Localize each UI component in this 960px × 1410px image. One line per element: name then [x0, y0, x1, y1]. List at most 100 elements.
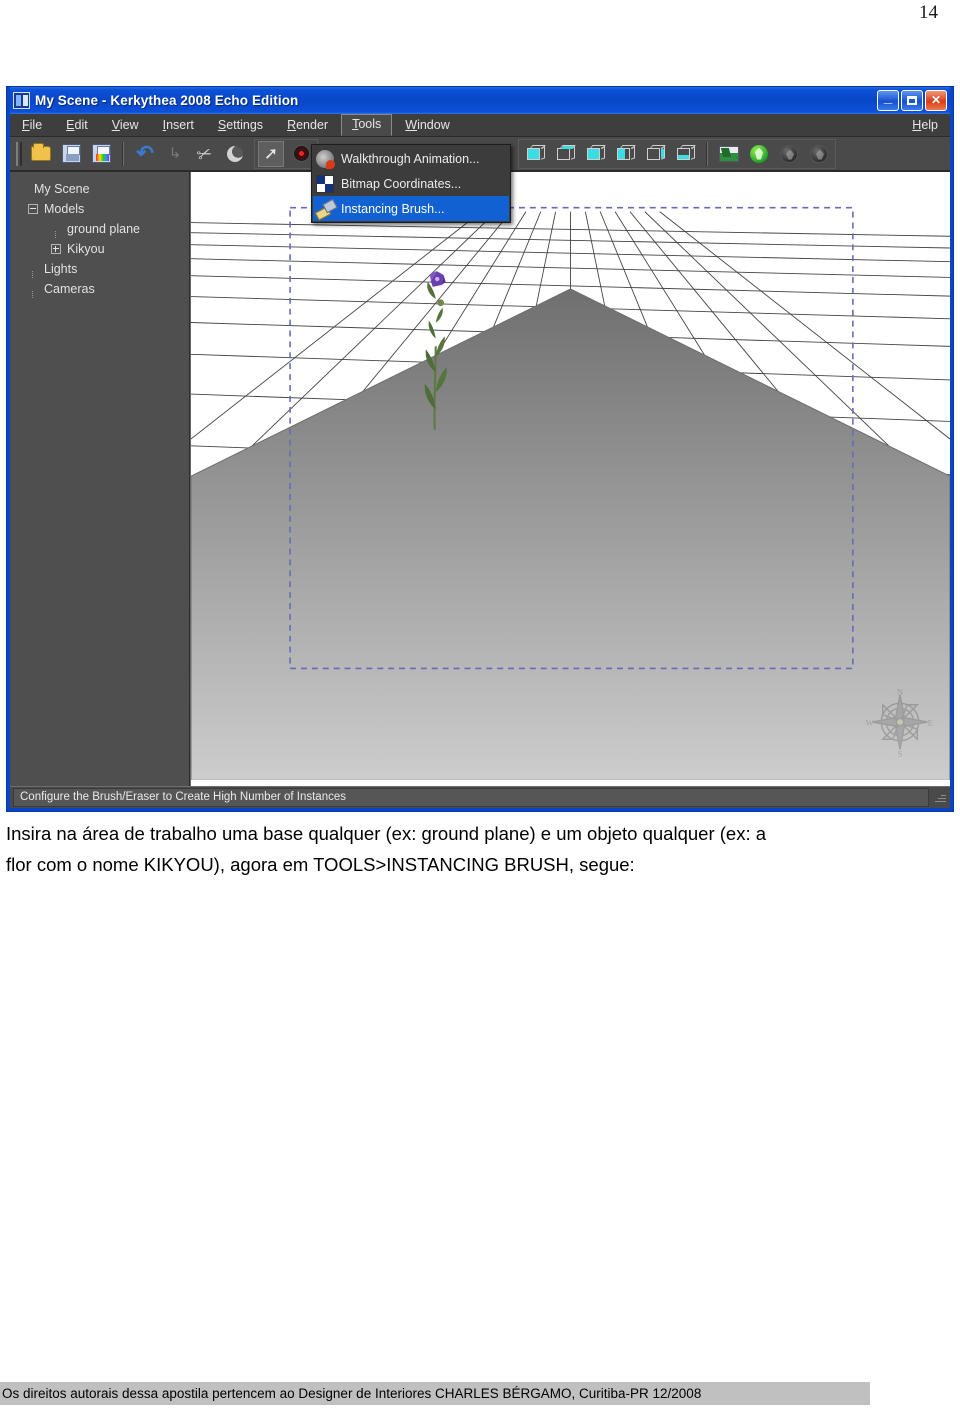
- close-icon: ✕: [930, 93, 942, 107]
- menu-view-label: iew: [119, 117, 139, 132]
- maximize-icon: [907, 96, 917, 105]
- toolbar-separator-2: [706, 141, 708, 166]
- tree-node-ground-plane-label: ground plane: [67, 222, 140, 236]
- tree-node-models-label: Models: [44, 202, 85, 216]
- menu-item-label: Walkthrough Animation...: [341, 151, 480, 166]
- bitmap-coordinates-icon: [316, 174, 334, 193]
- cube-top-icon: [556, 145, 576, 162]
- menu-file[interactable]: File: [11, 115, 53, 136]
- globe-b-button[interactable]: [806, 141, 832, 167]
- view-back-button[interactable]: [612, 141, 638, 167]
- compass-rose-watermark: N S E W: [866, 687, 933, 758]
- menu-bar: File Edit View Insert Settings Render To…: [10, 114, 950, 137]
- dark-sphere-alt-icon: [810, 144, 828, 163]
- material-button[interactable]: [222, 141, 248, 167]
- viewport-3d[interactable]: N S E W: [190, 172, 950, 786]
- cube-back-icon: [616, 145, 636, 162]
- menu-settings[interactable]: Settings: [207, 115, 274, 136]
- view-right-button[interactable]: [672, 141, 698, 167]
- status-message: Configure the Brush/Eraser to Create Hig…: [13, 788, 929, 807]
- tree-node-lights-label: Lights: [44, 262, 78, 276]
- floppy-color-icon: [91, 144, 111, 163]
- menu-insert-label: nsert: [166, 117, 194, 132]
- menu-tools[interactable]: Tools: [341, 114, 393, 136]
- resize-grip[interactable]: [932, 790, 947, 805]
- window-buttons: _ ✕: [877, 90, 950, 111]
- undo-button[interactable]: ↶: [132, 141, 158, 167]
- view-left-button[interactable]: [642, 141, 668, 167]
- menu-item-bitmap-coordinates[interactable]: Bitmap Coordinates...: [313, 171, 509, 196]
- menu-help[interactable]: Help: [901, 115, 949, 136]
- title-bar: My Scene - Kerkythea 2008 Echo Edition _…: [10, 87, 950, 114]
- menu-item-instancing-brush[interactable]: Instancing Brush...: [313, 196, 509, 221]
- svg-text:E: E: [928, 718, 933, 728]
- tree-node-kikyou[interactable]: Kikyou: [18, 239, 189, 259]
- menu-insert[interactable]: Insert: [152, 115, 205, 136]
- view-front-button[interactable]: [582, 141, 608, 167]
- menu-settings-label: ettings: [226, 117, 264, 132]
- tree-node-cameras-label: Cameras: [44, 282, 95, 296]
- maximize-button[interactable]: [901, 90, 923, 111]
- menu-window[interactable]: Window: [394, 115, 460, 136]
- cube-left-icon: [646, 145, 666, 162]
- window-title: My Scene - Kerkythea 2008 Echo Edition: [35, 93, 299, 108]
- svg-text:N: N: [897, 687, 904, 697]
- wand-icon: ✂: [194, 141, 216, 166]
- cube-right-icon: [676, 145, 696, 162]
- tree-node-kikyou-label: Kikyou: [67, 242, 105, 256]
- instruction-line-1: Insira na área de trabalho uma base qual…: [6, 823, 767, 844]
- tree-node-models[interactable]: Models: [18, 199, 189, 219]
- menu-render-label: ender: [296, 117, 329, 132]
- menu-file-label: ile: [29, 117, 43, 132]
- menu-edit[interactable]: Edit: [55, 115, 99, 136]
- view-perspective-button[interactable]: [522, 141, 548, 167]
- expand-plus-icon[interactable]: [51, 244, 61, 254]
- image-preview-button[interactable]: [716, 141, 742, 167]
- collapse-minus-icon[interactable]: [28, 204, 38, 214]
- viewport-canvas: [191, 172, 950, 781]
- menu-help-label: elp: [921, 117, 938, 132]
- instruction-line-2: flor com o nome KIKYOU), agora em TOOLS>…: [6, 854, 635, 875]
- menu-item-label: Bitmap Coordinates...: [341, 176, 462, 191]
- render-target-icon: [292, 145, 310, 162]
- menu-item-walkthrough-animation[interactable]: Walkthrough Animation...: [313, 146, 509, 171]
- toolbar-grip[interactable]: [16, 141, 22, 166]
- menu-render[interactable]: Render: [276, 115, 339, 136]
- minimize-icon: _: [883, 89, 893, 106]
- view-buttons-group: [518, 138, 836, 169]
- menu-window-label: indow: [417, 117, 450, 132]
- floppy-disk-icon: [61, 144, 81, 163]
- undo-arrow-icon: ↶: [136, 142, 154, 165]
- tree-node-lights[interactable]: Lights: [18, 259, 189, 279]
- start-render-button[interactable]: [746, 141, 772, 167]
- magic-wand-button[interactable]: ✂: [192, 141, 218, 167]
- sphere-icon: [227, 145, 243, 162]
- work-area: My Scene Models ground plane Kikyou Ligh…: [10, 171, 950, 786]
- minimize-button[interactable]: _: [877, 90, 899, 111]
- cube-front-icon: [586, 145, 606, 162]
- status-bar: Configure the Brush/Eraser to Create Hig…: [10, 786, 950, 808]
- toolbar-separator: [122, 141, 124, 166]
- open-file-button[interactable]: [28, 141, 54, 167]
- select-tool-button[interactable]: ➚: [258, 140, 284, 167]
- menu-tools-label: ools: [358, 117, 382, 131]
- close-button[interactable]: ✕: [925, 90, 947, 111]
- tree-node-my-scene[interactable]: My Scene: [18, 179, 189, 199]
- svg-text:W: W: [866, 718, 875, 728]
- menu-item-label: Instancing Brush...: [341, 201, 445, 216]
- save-button[interactable]: [58, 141, 84, 167]
- walkthrough-animation-icon: [316, 149, 335, 169]
- globe-a-button[interactable]: [776, 141, 802, 167]
- menu-view[interactable]: View: [101, 115, 150, 136]
- scene-tree-panel: My Scene Models ground plane Kikyou Ligh…: [10, 172, 190, 786]
- view-top-button[interactable]: [552, 141, 578, 167]
- kerkythea-icon: [13, 92, 30, 109]
- save-as-button[interactable]: [88, 141, 114, 167]
- instruction-paragraph: Insira na área de trabalho uma base qual…: [6, 818, 950, 880]
- image-icon: [719, 145, 739, 162]
- instancing-brush-icon: [316, 200, 334, 218]
- folder-icon: [31, 143, 51, 161]
- tree-node-ground-plane[interactable]: ground plane: [18, 219, 189, 239]
- redo-button[interactable]: ↳: [162, 141, 188, 167]
- tree-node-cameras[interactable]: Cameras: [18, 279, 189, 299]
